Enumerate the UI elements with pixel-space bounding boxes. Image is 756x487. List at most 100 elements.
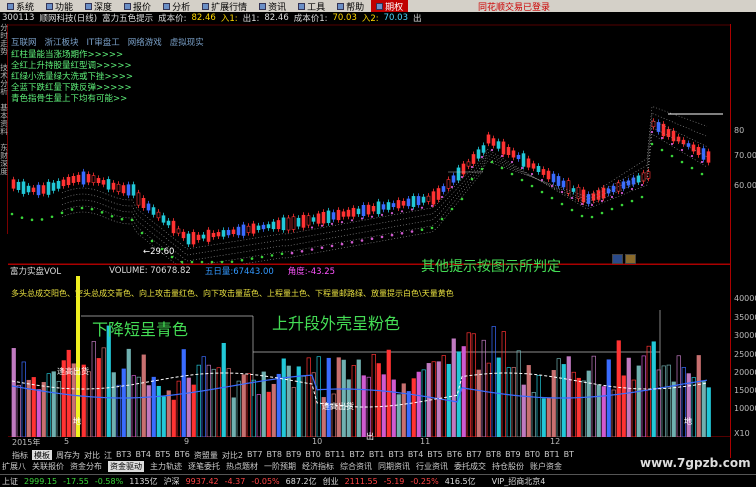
indicator-tab[interactable]: BT1 — [369, 450, 384, 460]
stock-code: 300113 — [2, 13, 35, 23]
indicator-tab[interactable]: 周存为 — [56, 450, 80, 460]
cy-index-label[interactable]: 创业 — [323, 476, 339, 487]
volume-bar — [566, 356, 571, 437]
indicator-tab[interactable]: 江 — [104, 450, 112, 460]
volume-chart[interactable] — [8, 276, 730, 437]
indicator-tab[interactable]: BT7 — [247, 450, 262, 460]
side-tab-tech[interactable]: 技术分析 — [0, 64, 8, 96]
broker-name[interactable]: VIP_招商北京4 — [492, 476, 546, 487]
extension-tab[interactable]: 持仓股份 — [492, 461, 524, 472]
candle-body — [66, 176, 71, 186]
extension-tab[interactable]: 经济指标 — [302, 461, 334, 472]
extension-tab[interactable]: 行业资讯 — [416, 461, 448, 472]
indicator-tab[interactable]: BT0 — [525, 450, 540, 460]
indicator-tab[interactable]: 对比 — [84, 450, 100, 460]
indicator-tab[interactable]: BT8 — [266, 450, 281, 460]
volume-bar — [106, 325, 111, 437]
extension-tab[interactable]: 热点题材 — [226, 461, 258, 472]
candle-body — [251, 223, 256, 234]
menu-item[interactable]: 系统 — [2, 0, 39, 13]
extension-tab[interactable]: 关联报价 — [32, 461, 64, 472]
indicator-tab[interactable]: BT4 — [408, 450, 423, 460]
indicator-tab[interactable]: BT9 — [286, 450, 301, 460]
extension-tab[interactable]: 账户资金 — [530, 461, 562, 472]
extension-tab[interactable]: 扩展八 — [2, 461, 26, 472]
sz-index-label[interactable]: 沪深 — [164, 476, 180, 487]
indicator-tab[interactable]: 对比2 — [222, 450, 243, 460]
indicator-tab[interactable]: BT2 — [349, 450, 364, 460]
concept-tab[interactable]: 网络游戏 — [128, 36, 162, 48]
signal-dot — [330, 222, 334, 225]
indicator-tab[interactable]: BT5 — [155, 450, 170, 460]
menu-item[interactable]: 帮助 — [332, 0, 369, 13]
volume-bar — [356, 359, 361, 437]
volume-bar — [506, 367, 511, 437]
menu-item[interactable]: 期权 — [371, 0, 409, 13]
indicator-tab[interactable]: BT — [564, 450, 574, 460]
indicator-tab[interactable]: 指标 — [12, 450, 28, 460]
tool-icon[interactable] — [625, 254, 636, 264]
side-tab-timeshare[interactable]: 分时走势 — [0, 24, 8, 56]
signal-dot — [520, 166, 524, 170]
candle-body — [456, 167, 461, 181]
candle-body — [631, 177, 636, 185]
menu-item[interactable]: 深度 — [80, 0, 117, 13]
menu-item[interactable]: 功能 — [41, 0, 78, 13]
indicator-tab[interactable]: BT6 — [447, 450, 462, 460]
menu-item[interactable]: 资讯 — [254, 0, 291, 13]
vol-indicator-name[interactable]: 富力实盘VOL — [10, 265, 61, 277]
indicator-tab[interactable]: 资盟量 — [194, 450, 218, 460]
extension-tab[interactable]: 一阶预期 — [264, 461, 296, 472]
menu-item[interactable]: 扩展行情 — [197, 0, 252, 13]
indicator-tab[interactable]: BT9 — [505, 450, 520, 460]
volume-bar — [166, 390, 171, 437]
indicator-name[interactable]: 富力五色提示 — [102, 12, 153, 24]
indicator-tab[interactable]: BT4 — [135, 450, 150, 460]
tool-icon[interactable] — [612, 254, 623, 264]
cy-index-pct: -0.25% — [410, 476, 439, 486]
menu-item[interactable]: 分析 — [158, 0, 195, 13]
signal-dot — [650, 130, 654, 134]
menu-item[interactable]: 工具 — [293, 0, 330, 13]
indicator-tab[interactable]: BT11 — [325, 450, 346, 460]
indicator-tab[interactable]: BT1 — [544, 450, 559, 460]
candle-body — [41, 185, 46, 194]
extension-tab[interactable]: 同期资讯 — [378, 461, 410, 472]
indicator-tab[interactable]: BT7 — [466, 450, 481, 460]
side-tab-fundamentals[interactable]: 基本资料 — [0, 104, 8, 136]
extension-tab[interactable]: 综合资讯 — [340, 461, 372, 472]
login-status[interactable]: 同花顺交易已登录 — [474, 0, 554, 13]
extension-tab[interactable]: 委托成交 — [454, 461, 486, 472]
indicator-tab[interactable]: BT3 — [388, 450, 403, 460]
side-tab-depth[interactable]: 东财深度 — [0, 144, 8, 176]
menu-icon — [124, 2, 132, 10]
indicator-tab[interactable]: BT8 — [486, 450, 501, 460]
menu-icon — [7, 2, 14, 10]
indicator-tab[interactable]: BT6 — [174, 450, 189, 460]
candle-body — [416, 196, 421, 206]
five-day-value: 67443.00 — [233, 266, 274, 277]
signal-line: 全蓝下跌红量下跌反弹>>>>> — [11, 83, 132, 93]
signal-dot — [600, 211, 604, 215]
indicator-tab[interactable]: 模板 — [32, 450, 52, 460]
indicator-tab[interactable]: BT0 — [305, 450, 320, 460]
extension-tab[interactable]: 资金驱动 — [108, 461, 144, 472]
axis-tick: 150000 — [734, 386, 756, 395]
volume-bar — [371, 354, 376, 437]
indicator-tab[interactable]: BT5 — [427, 450, 442, 460]
menu-item[interactable]: 报价 — [119, 0, 156, 13]
candle-body — [431, 191, 436, 205]
candle-body — [566, 180, 571, 194]
extension-tab[interactable]: 资金分布 — [70, 461, 102, 472]
concept-tab[interactable]: 浙江板块 — [45, 36, 79, 48]
candle-body — [541, 169, 546, 175]
extension-tab[interactable]: 主力轨迹 — [150, 461, 182, 472]
sh-index-label[interactable]: 上证 — [2, 476, 18, 487]
signal-dot — [350, 219, 354, 222]
indicator-tab[interactable]: BT3 — [116, 450, 131, 460]
concept-tab[interactable]: IT审盘工 — [87, 36, 120, 48]
concept-tab[interactable]: 互联网 — [11, 36, 37, 48]
extension-tab[interactable]: 逐笔委托 — [188, 461, 220, 472]
signal-line: 红绿小洗量绿大洗或下挫>>>> — [11, 72, 133, 82]
concept-tab[interactable]: 虚拟现实 — [170, 36, 204, 48]
